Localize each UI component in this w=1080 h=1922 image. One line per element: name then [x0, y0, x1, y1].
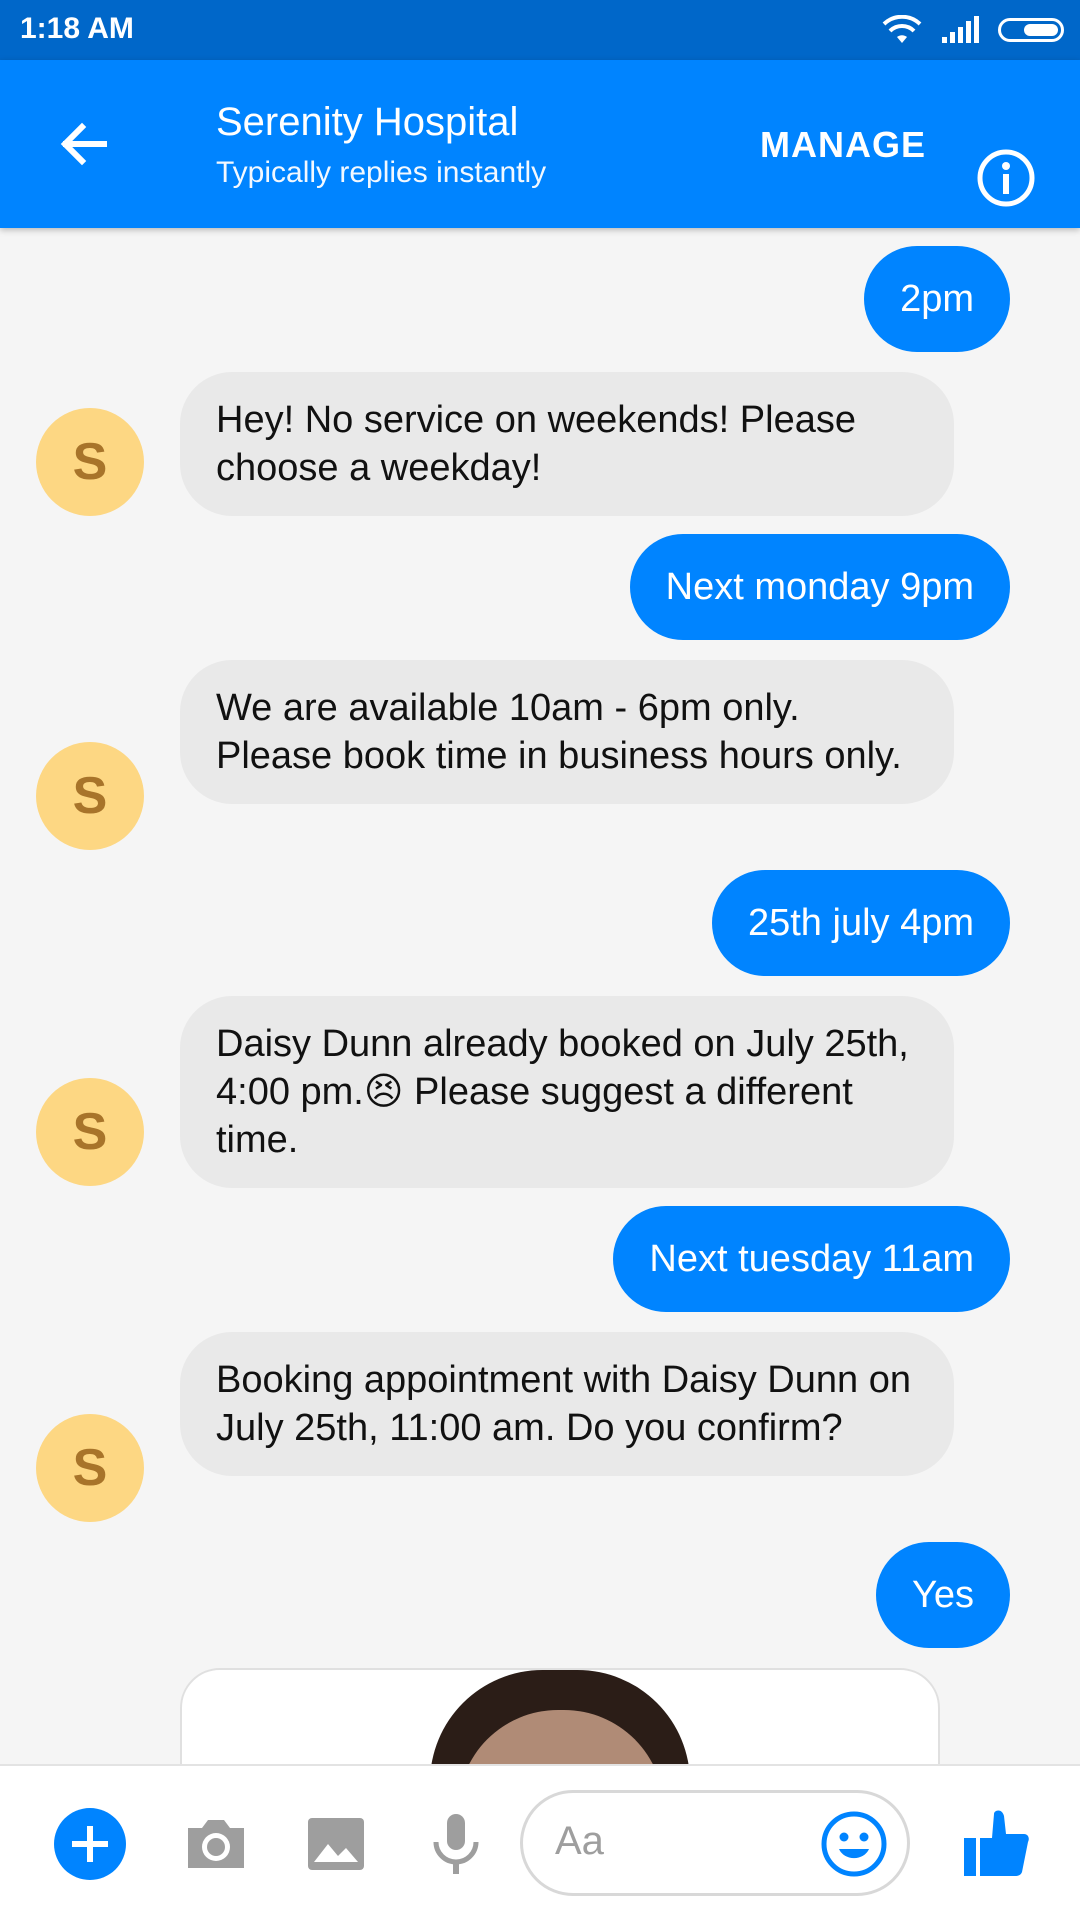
back-arrow-icon[interactable] [54, 114, 114, 174]
chat-header: Serenity Hospital Typically replies inst… [0, 60, 1080, 228]
incoming-message[interactable]: We are available 10am - 6pm only. Please… [180, 660, 954, 804]
incoming-message[interactable]: Hey! No service on weekends! Please choo… [180, 372, 954, 516]
microphone-icon[interactable] [420, 1808, 492, 1880]
image-icon[interactable] [300, 1808, 372, 1880]
outgoing-message[interactable]: Yes [876, 1542, 1010, 1648]
persevering-face-emoji: 😣 [363, 1071, 404, 1113]
message-list[interactable]: 2pm S Hey! No service on weekends! Pleas… [0, 228, 1080, 1764]
plus-icon[interactable] [54, 1808, 126, 1880]
outgoing-message[interactable]: Next tuesday 11am [613, 1206, 1010, 1312]
signal-icon [942, 16, 979, 43]
avatar[interactable]: S [36, 1078, 144, 1186]
avatar[interactable]: S [36, 1414, 144, 1522]
camera-icon[interactable] [180, 1808, 252, 1880]
avatar[interactable]: S [36, 742, 144, 850]
outgoing-message[interactable]: 2pm [864, 246, 1010, 352]
composer-bar: Aa [0, 1764, 1080, 1922]
status-time: 1:18 AM [20, 12, 134, 45]
incoming-message[interactable]: Daisy Dunn already booked on July 25th, … [180, 996, 954, 1188]
battery-icon [998, 18, 1064, 42]
avatar[interactable]: S [36, 408, 144, 516]
header-subtitle: Typically replies instantly [216, 156, 547, 189]
incoming-message[interactable]: Booking appointment with Daisy Dunn on J… [180, 1332, 954, 1476]
page-title[interactable]: Serenity Hospital [216, 100, 518, 145]
outgoing-message[interactable]: 25th july 4pm [711, 870, 1010, 976]
status-bar: 1:18 AM [0, 0, 1080, 60]
message-input[interactable]: Aa [520, 1790, 910, 1896]
status-icons [882, 12, 1064, 48]
message-input-placeholder: Aa [555, 1819, 604, 1863]
wifi-icon [882, 15, 922, 43]
doctor-card[interactable] [180, 1668, 940, 1764]
manage-button[interactable]: MANAGE [760, 124, 926, 166]
info-icon[interactable] [976, 148, 1036, 208]
thumbs-up-icon[interactable] [962, 1808, 1030, 1880]
emoji-icon[interactable] [819, 1809, 889, 1879]
outgoing-message[interactable]: Next monday 9pm [629, 534, 1010, 640]
